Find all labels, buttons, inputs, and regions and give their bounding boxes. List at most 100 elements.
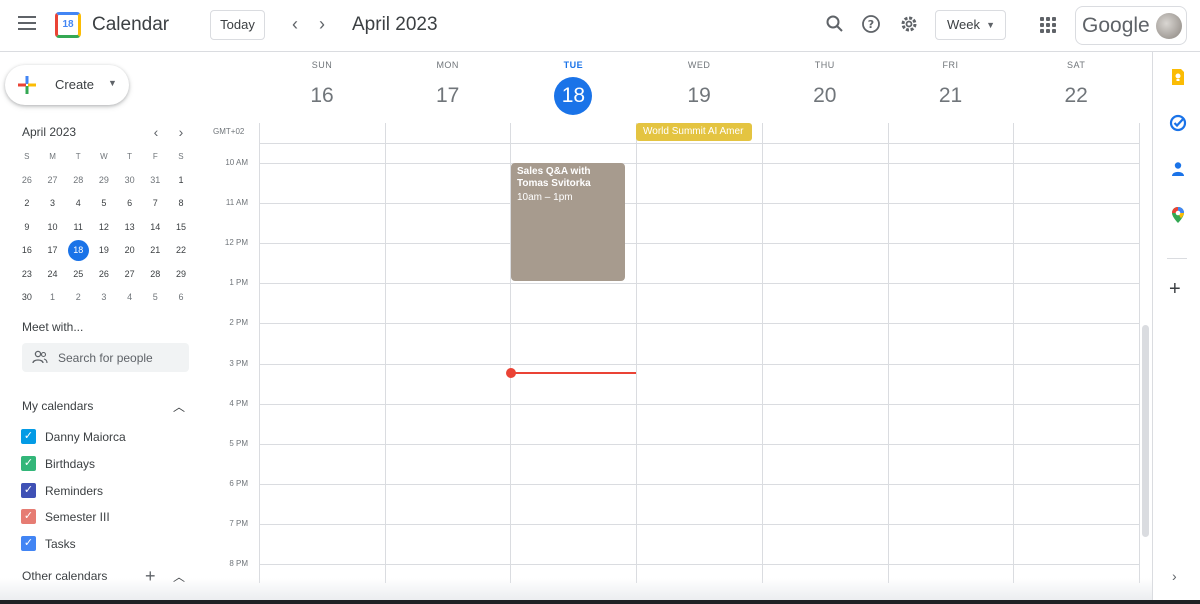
checkbox-checked-icon[interactable]: ✓	[21, 482, 36, 498]
checkbox-checked-icon[interactable]: ✓	[21, 429, 36, 444]
checkbox-checked-icon[interactable]: ✓	[21, 455, 36, 471]
mini-day[interactable]: 3	[40, 193, 66, 217]
mini-calendar-weekday-row: SMTWTFS	[14, 146, 194, 170]
mini-day[interactable]: 13	[117, 217, 143, 241]
mini-day[interactable]: 5	[142, 287, 168, 311]
mini-day[interactable]: 23	[14, 264, 40, 288]
show-side-panel-chevron-icon[interactable]: ›	[1172, 568, 1177, 584]
mini-prev-month-icon[interactable]: ‹	[149, 124, 163, 140]
mini-day[interactable]: 8	[168, 193, 194, 217]
account-switcher[interactable]: Google	[1075, 6, 1187, 45]
mini-day[interactable]: 3	[91, 287, 117, 311]
calendar-logo-icon[interactable]: 18	[55, 12, 81, 38]
google-wordmark: Google	[1082, 14, 1150, 37]
mini-day[interactable]: 28	[65, 170, 91, 194]
search-for-people-input[interactable]: Search for people	[22, 343, 189, 372]
chevron-left-icon[interactable]: ‹	[284, 13, 306, 35]
hour-line	[259, 363, 1139, 365]
mini-day[interactable]: 26	[91, 264, 117, 288]
mini-day[interactable]: 12	[91, 217, 117, 241]
mini-day[interactable]: 27	[117, 264, 143, 288]
mini-day[interactable]: 17	[40, 240, 66, 264]
grid-scrollbar[interactable]	[1142, 325, 1149, 537]
avatar[interactable]	[1156, 13, 1182, 39]
view-select-dropdown[interactable]: Week ▼	[935, 10, 1006, 40]
keep-icon[interactable]	[1169, 68, 1187, 86]
mini-day[interactable]: 14	[142, 217, 168, 241]
mini-day[interactable]: 24	[40, 264, 66, 288]
day-header-thu[interactable]: THU 20	[762, 60, 888, 115]
all-day-event[interactable]: World Summit AI Amer	[636, 123, 752, 141]
mini-day[interactable]: 6	[117, 193, 143, 217]
chevron-up-icon[interactable]: ︿	[172, 398, 186, 415]
contacts-icon[interactable]	[1169, 160, 1187, 178]
mini-day[interactable]: 4	[117, 287, 143, 311]
mini-day[interactable]: 11	[65, 217, 91, 241]
mini-day[interactable]: 9	[14, 217, 40, 241]
google-apps-icon[interactable]	[1040, 17, 1056, 33]
day-header-tue[interactable]: TUE 18	[510, 60, 636, 115]
day-number[interactable]: 18	[510, 77, 636, 115]
mini-weekday-head: W	[100, 152, 108, 161]
mini-day[interactable]: 26	[14, 170, 40, 194]
meet-with-title: Meet with...	[22, 320, 84, 334]
today-button[interactable]: Today	[210, 10, 265, 40]
mini-day[interactable]: 2	[14, 193, 40, 217]
mini-weekday-head: S	[24, 152, 30, 161]
get-add-ons-plus-icon[interactable]: +	[1169, 278, 1181, 301]
mini-day[interactable]: 6	[168, 287, 194, 311]
day-header-sun[interactable]: SUN 16	[259, 60, 385, 115]
day-number[interactable]: 17	[385, 77, 511, 115]
day-header-wed[interactable]: WED 19	[636, 60, 762, 115]
tasks-icon[interactable]	[1169, 114, 1187, 132]
mini-day[interactable]: 29	[168, 264, 194, 288]
mini-day[interactable]: 30	[14, 287, 40, 311]
app-title[interactable]: Calendar	[92, 14, 169, 36]
mini-day[interactable]: 5	[91, 193, 117, 217]
day-number[interactable]: 21	[888, 77, 1014, 115]
mini-day[interactable]: 4	[65, 193, 91, 217]
timed-event[interactable]: Sales Q&A with Tomas Svitorka 10am – 1pm	[511, 163, 625, 281]
mini-day[interactable]: 20	[117, 240, 143, 264]
mini-day[interactable]: 1	[40, 287, 66, 311]
day-of-week: THU	[814, 60, 835, 70]
mini-day[interactable]: 28	[142, 264, 168, 288]
mini-day[interactable]: 7	[142, 193, 168, 217]
people-icon	[32, 350, 48, 364]
chevron-right-icon[interactable]: ›	[311, 13, 333, 35]
mini-next-month-icon[interactable]: ›	[174, 124, 188, 140]
day-header-sat[interactable]: SAT 22	[1013, 60, 1139, 115]
day-number-text: 17	[436, 84, 460, 107]
mini-day[interactable]: 25	[65, 264, 91, 288]
mini-day[interactable]: 30	[117, 170, 143, 194]
day-number[interactable]: 16	[259, 77, 385, 115]
search-icon[interactable]	[824, 14, 846, 36]
my-calendars-title[interactable]: My calendars	[22, 399, 93, 413]
day-header-fri[interactable]: FRI 21	[888, 60, 1014, 115]
day-header-mon[interactable]: MON 17	[385, 60, 511, 115]
mini-day[interactable]: 19	[91, 240, 117, 264]
create-button[interactable]: Create ▼	[5, 65, 129, 105]
mini-day[interactable]: 16	[14, 240, 40, 264]
day-number-text: 22	[1064, 84, 1088, 107]
mini-day[interactable]: 10	[40, 217, 66, 241]
mini-day[interactable]: 31	[142, 170, 168, 194]
day-number[interactable]: 19	[636, 77, 762, 115]
day-number[interactable]: 20	[762, 77, 888, 115]
mini-day[interactable]: 15	[168, 217, 194, 241]
mini-day-today[interactable]: 18	[65, 240, 91, 264]
main-menu-icon[interactable]	[18, 16, 38, 32]
mini-day[interactable]: 22	[168, 240, 194, 264]
checkbox-checked-icon[interactable]: ✓	[21, 509, 36, 525]
maps-icon[interactable]	[1169, 206, 1187, 224]
mini-day[interactable]: 29	[91, 170, 117, 194]
help-icon[interactable]: ?	[860, 14, 882, 36]
settings-gear-icon[interactable]	[898, 14, 920, 36]
mini-day[interactable]: 2	[65, 287, 91, 311]
day-number[interactable]: 22	[1013, 77, 1139, 115]
checkbox-checked-icon[interactable]: ✓	[21, 536, 36, 552]
mini-day[interactable]: 1	[168, 170, 194, 194]
mini-day[interactable]: 27	[40, 170, 66, 194]
mini-day[interactable]: 21	[142, 240, 168, 264]
week-time-grid[interactable]	[259, 123, 1140, 583]
